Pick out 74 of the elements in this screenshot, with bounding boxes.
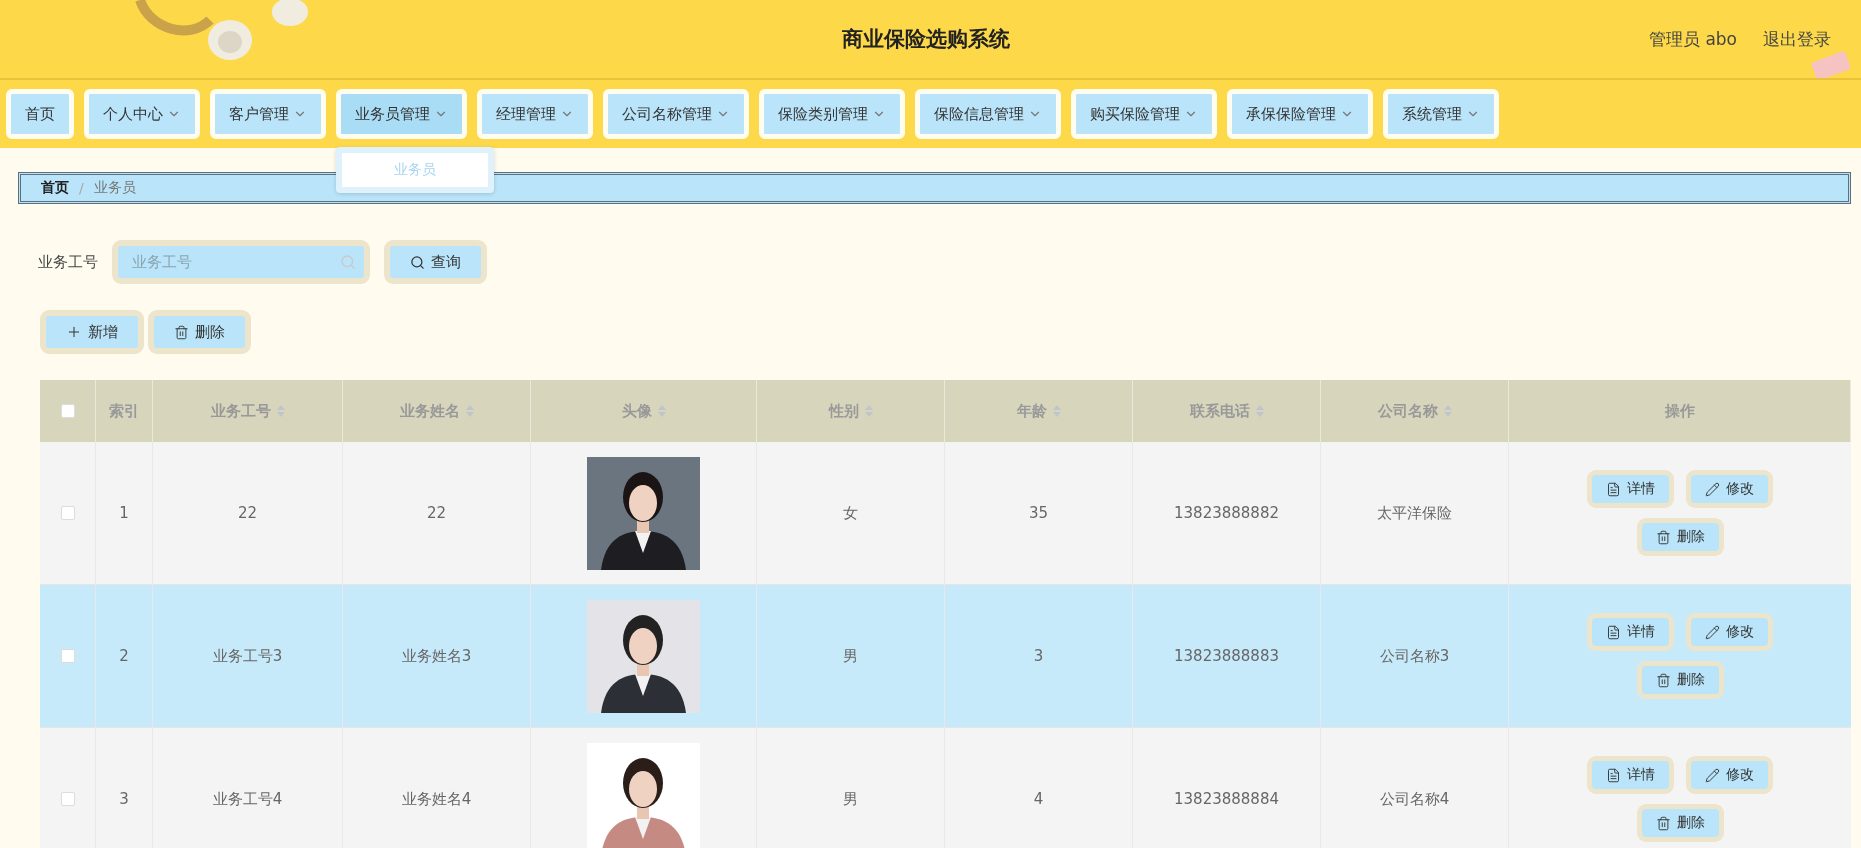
pencil-icon [1705,767,1720,783]
delete-button[interactable]: 删除 [1636,518,1724,556]
table-row[interactable]: 1 22 22 女 35 13823888882 太平洋保险 详情 修改 删除 [40,442,1851,585]
table-cell: 3 [119,790,129,808]
search-label: 业务工号 [38,252,98,272]
nav-menu-item[interactable]: 购买保险管理 [1071,89,1217,139]
search-icon [410,254,425,270]
edit-button[interactable]: 修改 [1686,613,1773,651]
nav-menu-item[interactable]: 业务员管理 [336,89,467,139]
table-cell: 2 [119,647,129,665]
document-icon [1606,481,1621,497]
table-cell: 业务工号4 [212,789,283,809]
edit-button[interactable]: 修改 [1686,756,1773,794]
table-cell: 业务工号3 [212,646,283,666]
detail-button[interactable]: 详情 [1587,470,1674,508]
row-checkbox[interactable] [60,506,75,520]
row-checkbox[interactable] [60,792,75,806]
app-title: 商业保险选购系统 [841,26,1012,53]
table-cell: 1 [119,504,129,522]
table-row[interactable]: 3 业务工号4 业务姓名4 男 4 13823888884 公司名称4 详情 修改 删除 [40,728,1851,848]
search-icon [340,254,356,270]
table-cell: 35 [1028,504,1049,522]
logout-link[interactable]: 退出登录 [1763,27,1831,51]
breadcrumb-item[interactable]: 首页 [41,179,69,197]
table-cell: 男 [843,789,858,809]
table-cell: 男 [843,646,858,666]
table-row[interactable]: 2 业务工号3 业务姓名3 男 3 13823888883 公司名称3 详情 修改 删除 [40,585,1851,728]
search-field[interactable]: 业务工号 [112,240,370,284]
nav-menu-item[interactable]: 客户管理 [210,89,326,139]
table-cell: 公司名称4 [1379,789,1450,809]
document-icon [1606,767,1621,783]
pencil-icon [1705,624,1720,640]
table-cell: 22 [426,504,447,522]
column-header: 索引 [109,401,139,421]
table-cell: 13823888882 [1174,504,1279,522]
add-button[interactable]: 新增 [40,310,144,354]
table-cell: 女 [843,503,858,523]
breadcrumb-item: 业务员 [93,179,136,197]
nav-menu-item[interactable]: 个人中心 [84,89,200,139]
trash-icon [174,324,189,340]
delete-button[interactable]: 删除 [1636,804,1724,842]
row-checkbox[interactable] [60,649,75,663]
table-cell: 4 [1033,790,1044,808]
nav-menu-item[interactable]: 保险信息管理 [915,89,1061,139]
nav-menu-item[interactable]: 系统管理 [1383,89,1499,139]
table-cell: 业务姓名4 [401,789,472,809]
trash-icon [1655,672,1671,688]
breadcrumb-separator: / [79,180,84,196]
nav-menu-item[interactable]: 首页 [6,89,74,139]
nav-menu-item[interactable]: 公司名称管理 [603,89,749,139]
detail-button[interactable]: 详情 [1587,613,1674,651]
delete-button[interactable]: 删除 [1636,661,1724,699]
select-all-checkbox[interactable] [60,404,75,418]
pencil-icon [1705,481,1720,497]
plus-icon [66,324,82,340]
table-cell: 3 [1033,647,1044,665]
nav-menu-item[interactable]: 保险类别管理 [759,89,905,139]
nav-menu-item[interactable]: 承保保险管理 [1227,89,1373,139]
detail-button[interactable]: 详情 [1587,756,1674,794]
search-button[interactable]: 查询 [384,240,487,284]
trash-icon [1655,529,1671,545]
nav-menu-item[interactable]: 经理管理 [477,89,593,139]
user-name: 管理员 abo [1649,27,1737,51]
delete-button[interactable]: 删除 [148,310,251,354]
column-header: 操作 [1664,401,1695,421]
table-cell: 公司名称3 [1379,646,1450,666]
table-cell: 22 [237,504,258,522]
table-cell: 业务姓名3 [401,646,472,666]
document-icon [1606,624,1621,640]
table-cell: 13823888883 [1174,647,1279,665]
trash-icon [1655,815,1671,831]
edit-button[interactable]: 修改 [1686,470,1773,508]
table-cell: 太平洋保险 [1377,503,1452,523]
table-cell: 13823888884 [1174,790,1279,808]
